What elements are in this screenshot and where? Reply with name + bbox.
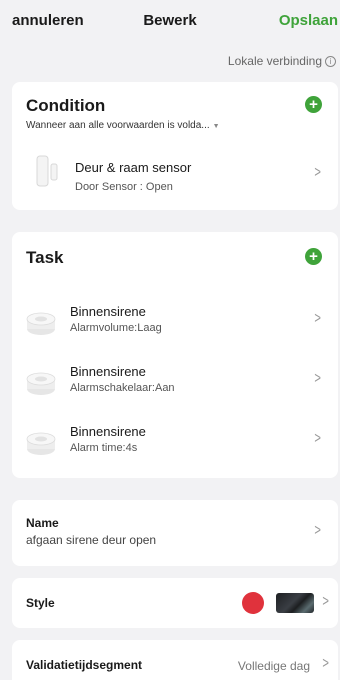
- name-label: Name: [26, 516, 59, 530]
- task-row[interactable]: Binnensirene Alarm time:4s >: [12, 418, 338, 470]
- style-label: Style: [26, 596, 55, 610]
- add-task-button[interactable]: +: [305, 248, 322, 265]
- condition-match-label: Wanneer aan alle voorwaarden is volda...: [26, 120, 210, 131]
- chevron-right-icon: >: [314, 430, 321, 447]
- validity-value: Volledige dag: [237, 659, 310, 673]
- chevron-down-icon: ▼: [212, 123, 220, 130]
- condition-card: Condition + Wanneer aan alle voorwaarden…: [12, 82, 338, 210]
- chevron-right-icon: >: [314, 522, 321, 539]
- task-device-name: Binnensirene: [70, 424, 146, 439]
- siren-icon: [26, 432, 56, 455]
- local-connection[interactable]: Lokale verbinding i: [228, 54, 336, 68]
- local-connection-label: Lokale verbinding: [227, 54, 322, 68]
- task-device-action: Alarmvolume:Laag: [70, 322, 162, 334]
- chevron-right-icon: >: [322, 593, 329, 610]
- condition-row[interactable]: Deur & raam sensor Door Sensor : Open >: [12, 154, 338, 206]
- door-sensor-icon: [36, 155, 58, 187]
- task-card: Task + Binnensirene Alarmvolume:Laag > B…: [12, 232, 338, 478]
- task-row[interactable]: Binnensirene Alarmvolume:Laag >: [12, 298, 338, 350]
- validity-label: Validatietijdsegment: [26, 658, 143, 672]
- name-value: afgaan sirene deur open: [26, 533, 157, 547]
- condition-match-selector[interactable]: Wanneer aan alle voorwaarden is volda...…: [26, 120, 220, 131]
- add-condition-button[interactable]: +: [305, 96, 322, 113]
- siren-icon: [26, 372, 56, 395]
- info-icon[interactable]: i: [325, 55, 336, 67]
- task-device-action: Alarmschakelaar:Aan: [70, 382, 175, 394]
- chevron-right-icon: >: [314, 164, 321, 181]
- condition-title: Condition: [26, 96, 106, 115]
- siren-icon: [26, 312, 56, 335]
- style-row[interactable]: Style >: [12, 578, 338, 628]
- task-row[interactable]: Binnensirene Alarmschakelaar:Aan >: [12, 358, 338, 410]
- chevron-right-icon: >: [314, 370, 321, 387]
- condition-device-name: Deur & raam sensor: [75, 160, 192, 175]
- style-color-swatch: [242, 592, 264, 614]
- chevron-right-icon: >: [322, 655, 329, 672]
- task-device-name: Binnensirene: [70, 304, 146, 319]
- style-background-thumbnail: [276, 593, 314, 613]
- task-device-action: Alarm time:4s: [70, 442, 138, 454]
- condition-device-state: Door Sensor : Open: [75, 181, 173, 193]
- task-device-name: Binnensirene: [70, 364, 146, 379]
- top-bar: annuleren Bewerk Opslaan: [0, 0, 340, 46]
- name-row[interactable]: Name afgaan sirene deur open >: [12, 500, 338, 566]
- save-button[interactable]: Opslaan: [279, 12, 338, 29]
- task-title: Task: [26, 248, 64, 267]
- chevron-right-icon: >: [314, 310, 321, 327]
- validity-row[interactable]: Validatietijdsegment Volledige dag >: [12, 640, 338, 680]
